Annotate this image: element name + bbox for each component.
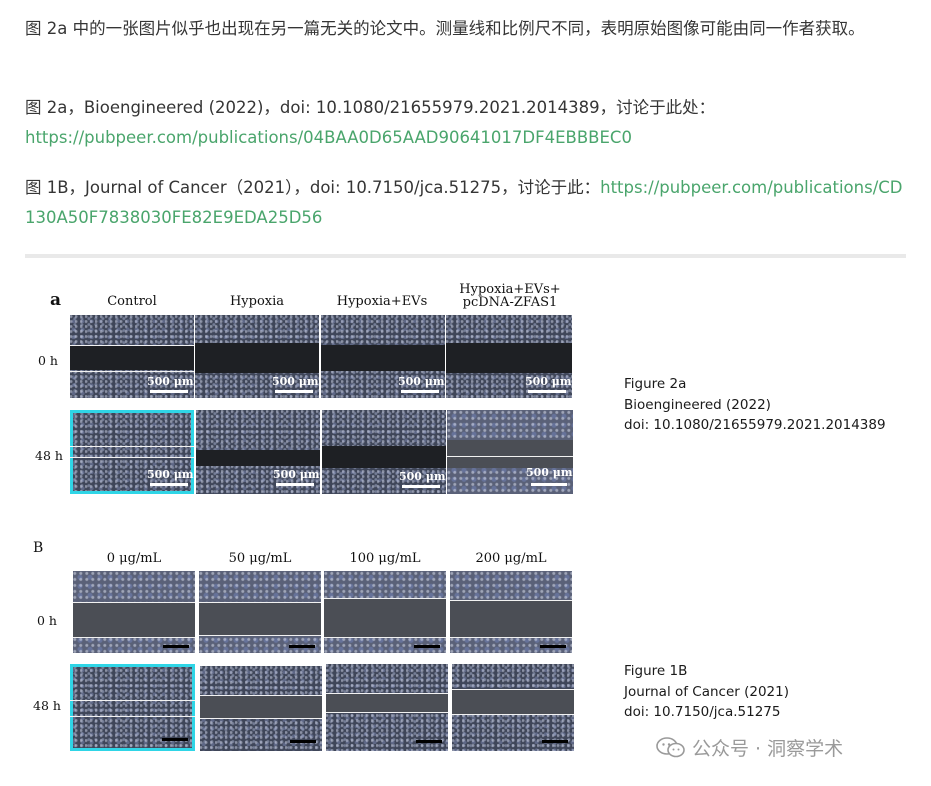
microscopy-panel xyxy=(200,666,322,751)
scale-bar xyxy=(162,738,188,741)
scale-bar xyxy=(289,645,315,648)
scale-bar xyxy=(528,390,566,393)
reference-1b-text: 图 1B，Journal of Cancer（2021），doi: 10.715… xyxy=(25,178,601,197)
wechat-icon xyxy=(656,736,686,759)
microscopy-panel: 500 μm xyxy=(70,315,194,398)
scale-bar-label: 500 μm xyxy=(526,466,573,479)
microscopy-panel: 500 μm xyxy=(195,315,319,398)
microscopy-panel: 500 μm xyxy=(447,410,573,494)
intro-paragraph: 图 2a 中的一张图片似乎也出现在另一篇无关的论文中。测量线和比例尺不同，表明原… xyxy=(25,14,905,44)
scale-bar-label: 500 μm xyxy=(147,375,194,388)
row-label-0h: 0 h xyxy=(38,353,58,368)
scale-bar xyxy=(150,483,188,486)
caption-figure-1b: Figure 1B Journal of Cancer (2021) doi: … xyxy=(624,661,789,723)
row-label-48h: 48 h xyxy=(35,448,63,463)
column-label-100: 100 μg/mL xyxy=(349,551,421,566)
column-label-0: 0 μg/mL xyxy=(106,551,162,566)
column-label-control: Control xyxy=(107,294,157,309)
microscopy-panel xyxy=(199,571,321,653)
scale-bar-label: 500 μm xyxy=(398,375,445,388)
column-label-hypoxia-evs-zfas1: Hypoxia+EVs+ pcDNA-ZFAS1 xyxy=(459,282,561,310)
scale-bar-label: 500 μm xyxy=(147,468,194,481)
caption-2a-title: Figure 2a xyxy=(624,376,687,392)
scale-bar xyxy=(402,485,440,488)
caption-2a-journal: Bioengineered (2022) xyxy=(624,396,771,413)
watermark-text: 公众号 · 洞察学术 xyxy=(692,738,844,760)
column-label-50: 50 μg/mL xyxy=(228,551,292,566)
scale-bar xyxy=(401,390,439,393)
scale-bar xyxy=(531,483,567,486)
microscopy-panel xyxy=(324,571,446,653)
scale-bar xyxy=(540,645,566,648)
scale-bar xyxy=(542,740,568,743)
caption-figure-2a: Figure 2a Bioengineered (2022) doi: 10.1… xyxy=(624,374,886,436)
row-label-48h: 48 h xyxy=(33,698,61,713)
column-label-hypoxia-evs: Hypoxia+EVs xyxy=(336,294,428,309)
microscopy-panel xyxy=(73,571,195,653)
row-label-0h: 0 h xyxy=(37,613,57,628)
scale-bar xyxy=(416,740,442,743)
microscopy-panel xyxy=(452,664,574,751)
column-label-hypoxia: Hypoxia xyxy=(229,294,285,309)
scale-bar-label: 500 μm xyxy=(273,468,320,481)
microscopy-panel-highlighted xyxy=(70,664,195,751)
scale-bar xyxy=(414,645,440,648)
caption-1b-doi: doi: 10.7150/jca.51275 xyxy=(624,704,781,720)
microscopy-panel xyxy=(450,571,572,653)
microscopy-panel: 500 μm xyxy=(446,315,572,398)
scale-bar xyxy=(150,390,188,393)
microscopy-panel xyxy=(326,664,448,751)
scale-bar-label: 500 μm xyxy=(399,470,446,483)
caption-1b-journal: Journal of Cancer (2021) xyxy=(624,683,789,700)
microscopy-panel: 500 μm xyxy=(321,315,445,398)
column-label-200: 200 μg/mL xyxy=(475,551,547,566)
reference-2a-text: 图 2a，Bioengineered (2022)，doi: 10.1080/2… xyxy=(25,98,716,117)
microscopy-panel-highlighted: 500 μm xyxy=(70,410,194,494)
figure-b-letter: B xyxy=(33,540,44,556)
reference-paragraph-2a: 图 2a，Bioengineered (2022)，doi: 10.1080/2… xyxy=(25,93,905,153)
microscopy-panel: 500 μm xyxy=(196,410,320,494)
section-divider xyxy=(25,254,906,258)
scale-bar-label: 500 μm xyxy=(525,375,572,388)
microscopy-panel: 500 μm xyxy=(322,410,446,494)
figure-a-letter: a xyxy=(50,290,62,310)
intro-text: 图 2a 中的一张图片似乎也出现在另一篇无关的论文中。测量线和比例尺不同，表明原… xyxy=(25,19,865,38)
scale-bar xyxy=(163,645,189,648)
scale-bar xyxy=(276,483,314,486)
scale-bar xyxy=(290,740,316,743)
scale-bar-label: 500 μm xyxy=(272,375,319,388)
reference-paragraph-1b: 图 1B，Journal of Cancer（2021），doi: 10.715… xyxy=(25,173,905,233)
scale-bar xyxy=(275,390,313,393)
watermark: 公众号 · 洞察学术 xyxy=(656,734,843,761)
caption-1b-title: Figure 1B xyxy=(624,663,688,679)
pubpeer-link-2a[interactable]: https://pubpeer.com/publications/04BAA0D… xyxy=(25,128,632,147)
caption-2a-doi: doi: 10.1080/21655979.2021.2014389 xyxy=(624,417,886,433)
